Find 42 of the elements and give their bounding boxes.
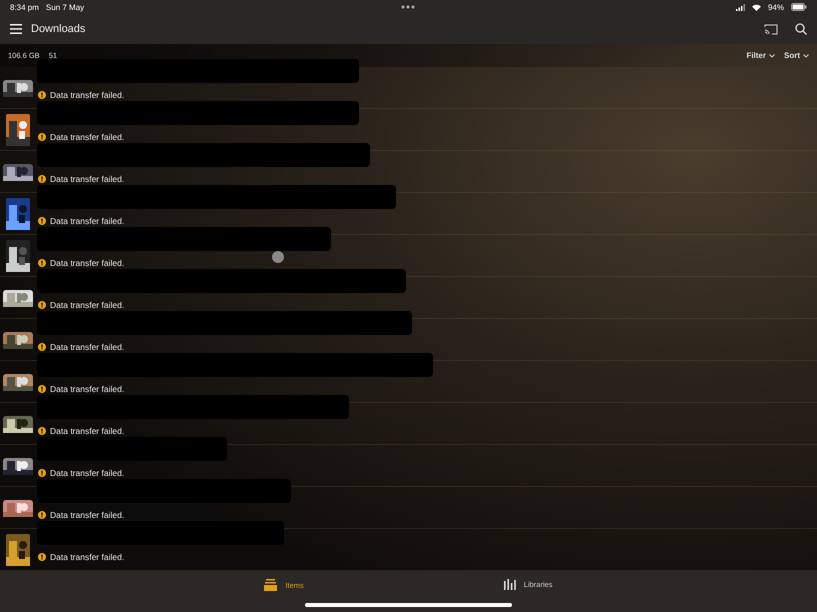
warning-icon [38,427,46,436]
download-status: Data transfer failed. [50,468,124,478]
battery-icon [791,3,807,11]
wifi-icon [752,4,761,10]
sort-button[interactable]: Sort [784,51,809,60]
download-status: Data transfer failed. [50,426,124,436]
warning-icon [38,553,46,562]
chevron-down-icon [803,54,809,58]
stack-icon [264,579,278,592]
warning-icon [38,511,46,520]
download-status: Data transfer failed. [50,132,124,142]
warning-icon [38,133,46,142]
search-icon[interactable] [795,23,807,35]
download-status: Data transfer failed. [50,258,124,268]
warning-icon [38,91,46,100]
battery-level: 94% [768,2,784,12]
chevron-down-icon [769,54,775,58]
library-icon [504,579,516,590]
warning-icon [38,385,46,394]
download-status: Data transfer failed. [50,174,124,184]
more-icon [401,5,415,9]
download-status: Data transfer failed. [50,216,124,226]
download-status: Data transfer failed. [50,342,124,352]
warning-icon [38,301,46,310]
filter-button[interactable]: Filter [746,51,775,60]
warning-icon [38,259,46,268]
warning-icon [38,343,46,352]
warning-icon [38,469,46,478]
touch-indicator [272,251,284,263]
download-status: Data transfer failed. [50,90,124,100]
download-status: Data transfer failed. [50,510,124,520]
warning-icon [38,217,46,226]
download-status: Data transfer failed. [50,552,124,562]
status-date: Sun 7 May [46,2,84,12]
download-status: Data transfer failed. [50,384,124,394]
status-time: 8:34 pm [10,2,39,12]
menu-icon[interactable] [10,24,22,34]
page-title: Downloads [31,23,86,35]
signal-icon [736,4,745,10]
cast-icon[interactable] [764,24,778,34]
download-status: Data transfer failed. [50,300,124,310]
warning-icon [38,175,46,184]
